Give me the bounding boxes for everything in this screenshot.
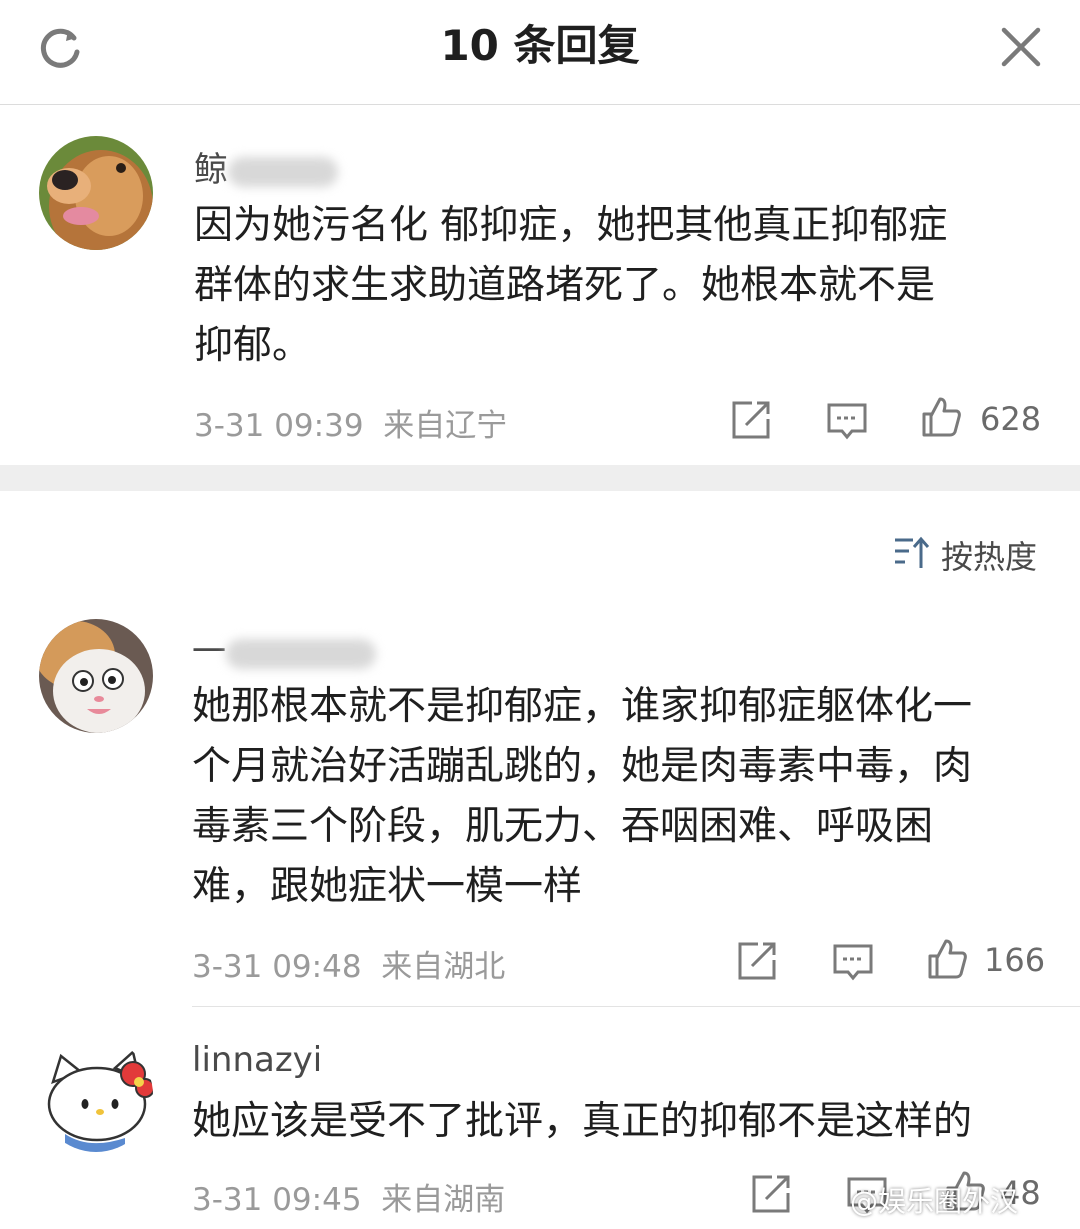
comment-meta: 3-31 09:39 来自辽宁 — [194, 400, 507, 445]
like-icon[interactable] — [920, 396, 962, 438]
like-count: 628 — [980, 400, 1042, 438]
dog-avatar[interactable] — [39, 136, 153, 250]
sort-label: 按热度 — [941, 538, 1038, 576]
comment-icon[interactable] — [826, 400, 868, 442]
like-icon[interactable] — [926, 938, 968, 980]
comment-text: 她应该是受不了批评，真正的抑郁不是这样的 — [192, 1099, 973, 1144]
comment-meta: 3-31 09:45 来自湖南 — [192, 1174, 505, 1219]
share-icon[interactable] — [750, 1173, 792, 1215]
blurred-username — [228, 156, 338, 187]
comment-username[interactable]: linnazyi — [192, 1040, 322, 1080]
comment-meta: 3-31 09:48 来自湖北 — [192, 941, 505, 986]
comment-location: 来自湖北 — [381, 949, 506, 985]
share-icon[interactable] — [736, 940, 778, 982]
section-gap — [0, 465, 1080, 491]
hello-kitty-avatar[interactable] — [39, 1038, 153, 1152]
blurred-username — [226, 638, 376, 669]
share-icon[interactable] — [730, 399, 772, 441]
comment-time: 3-31 09:45 — [192, 1182, 362, 1218]
comment-username[interactable]: 一 — [192, 624, 376, 673]
comment-divider — [192, 1006, 1080, 1007]
cat-avatar[interactable] — [39, 619, 153, 733]
comment-time: 3-31 09:39 — [194, 408, 364, 444]
comment-text: 因为她污名化 郁抑症，她把其他真正抑郁症 群体的求生求助道路堵死了。她根本就不是… — [194, 203, 948, 368]
like-count: 166 — [984, 941, 1046, 979]
comment-text: 她那根本就不是抑郁症，谁家抑郁症躯体化一 个月就治好活蹦乱跳的，她是肉毒素中毒，… — [192, 684, 973, 909]
sort-icon — [895, 536, 929, 568]
reply-header: 10 条回复 — [0, 0, 1080, 105]
comment-icon[interactable] — [832, 941, 874, 983]
watermark: @娱乐圈外汉 — [850, 1185, 1019, 1218]
comment-location: 来自辽宁 — [383, 408, 508, 444]
comment-username[interactable]: 鲸 — [194, 142, 338, 191]
comment-location: 来自湖南 — [381, 1182, 506, 1218]
close-icon[interactable] — [998, 24, 1044, 70]
page-title: 10 条回复 — [440, 21, 640, 70]
comment-time: 3-31 09:48 — [192, 949, 362, 985]
